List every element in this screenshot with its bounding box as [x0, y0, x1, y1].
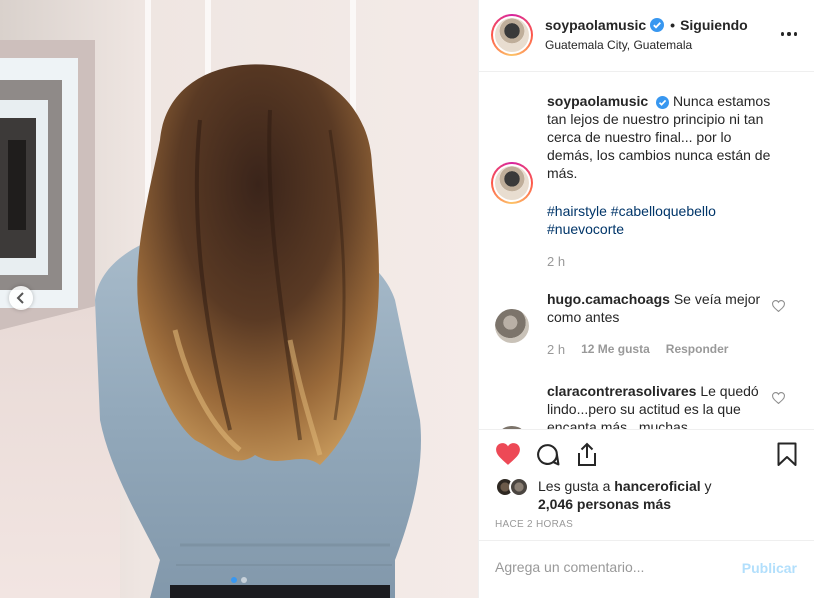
comment-input[interactable]	[495, 559, 725, 575]
comment-username[interactable]: claracontrerasolivares	[547, 383, 696, 399]
likes-summary: Les gusta a hanceroficial y 2,046 person…	[495, 477, 805, 513]
username-link[interactable]: soypaolamusic	[545, 17, 646, 33]
likes-conj: y	[704, 478, 712, 494]
comment-likes[interactable]: 12 Me gusta	[581, 342, 650, 357]
heart-icon[interactable]	[772, 300, 785, 312]
carousel-indicator	[0, 577, 478, 583]
post-photo[interactable]	[0, 0, 478, 598]
likes-prefix: Les gusta a	[538, 478, 611, 494]
likes-count[interactable]: 2,046 personas más	[538, 496, 671, 512]
heart-icon[interactable]	[495, 442, 521, 466]
post-header: soypaolamusic • Siguiendo Guatemala City…	[479, 0, 814, 72]
caption-time[interactable]: 2 h	[547, 254, 565, 269]
share-icon[interactable]	[575, 442, 599, 467]
comment-icon[interactable]	[535, 442, 560, 467]
avatar[interactable]	[495, 309, 529, 343]
add-comment-bar: Publicar	[479, 540, 814, 598]
carousel-prev-button[interactable]	[9, 286, 33, 310]
carousel-dot	[241, 577, 247, 583]
comment-username[interactable]: hugo.camachoags	[547, 291, 670, 307]
separator: •	[670, 17, 676, 33]
reply-button[interactable]: Responder	[666, 342, 729, 357]
location-link[interactable]: Guatemala City, Guatemala	[545, 38, 692, 52]
comment-time[interactable]: 2 h	[547, 342, 565, 357]
caption-username[interactable]: soypaolamusic	[547, 93, 648, 109]
photo-image	[0, 0, 478, 598]
post-actions: Les gusta a hanceroficial y 2,046 person…	[479, 429, 814, 539]
verified-badge-icon	[656, 95, 670, 109]
avatar[interactable]	[491, 14, 533, 56]
hashtags[interactable]: #hairstyle #cabelloquebello #nuevocorte	[547, 202, 779, 238]
liked-by-user[interactable]: hanceroficial	[614, 478, 700, 494]
publish-button[interactable]: Publicar	[742, 560, 797, 576]
post-timestamp[interactable]: HACE 2 HORAS	[495, 519, 573, 530]
post-details-panel: soypaolamusic • Siguiendo Guatemala City…	[478, 0, 814, 598]
liked-by-avatars[interactable]	[495, 477, 531, 497]
avatar[interactable]	[491, 162, 533, 204]
verified-badge-icon	[650, 18, 665, 32]
following-button[interactable]: Siguiendo	[680, 17, 748, 33]
heart-icon[interactable]	[772, 392, 785, 404]
comments-list[interactable]: soypaolamusic Nunca estamos tan lejos de…	[479, 73, 814, 429]
bookmark-icon[interactable]	[777, 442, 797, 467]
chevron-left-icon	[16, 292, 24, 304]
more-options-icon[interactable]	[781, 24, 797, 44]
carousel-dot	[231, 577, 237, 583]
